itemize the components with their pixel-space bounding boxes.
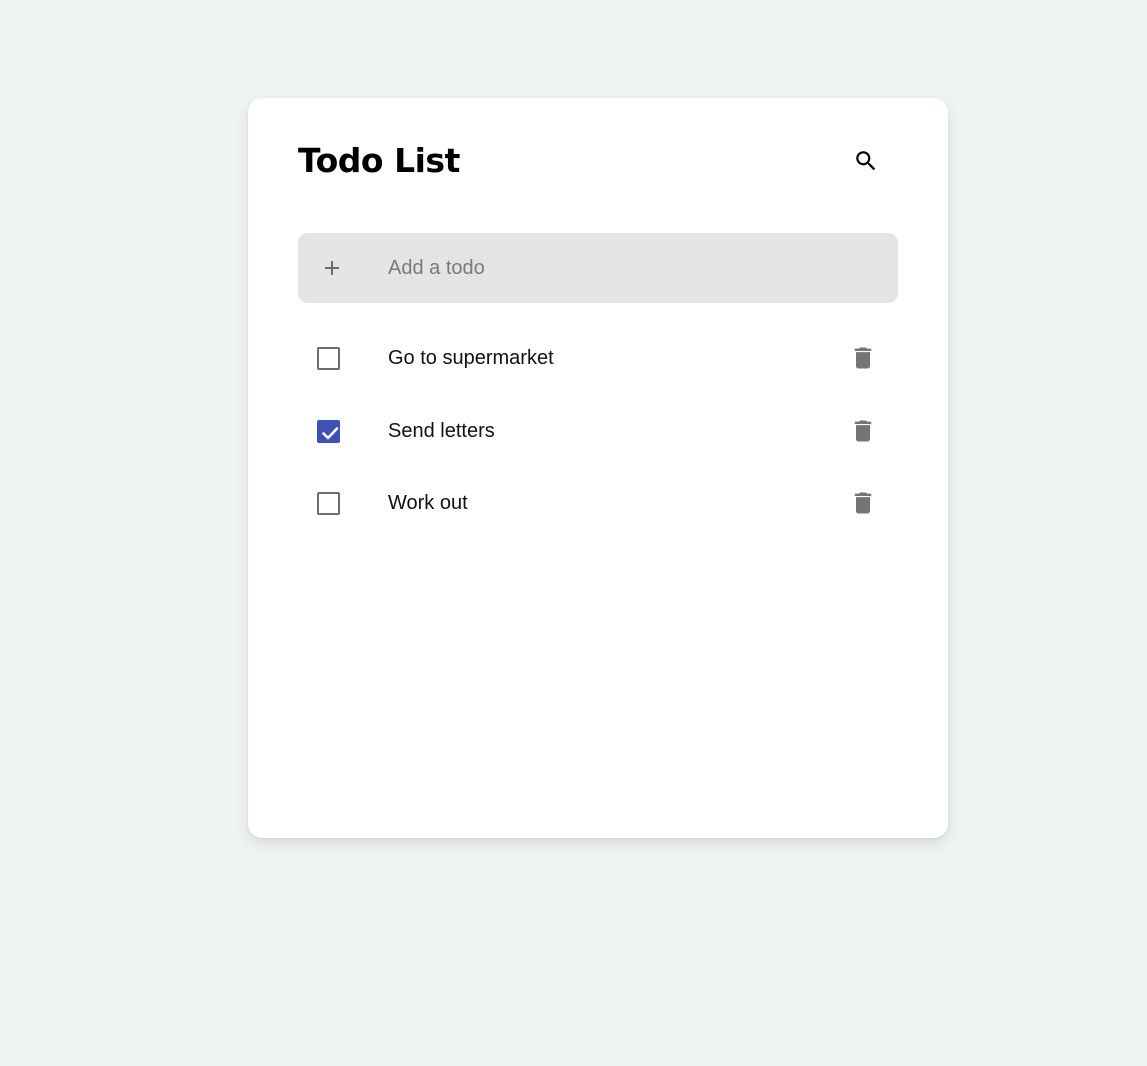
checkmark-icon — [322, 426, 339, 439]
todo-label: Go to supermarket — [388, 347, 554, 369]
delete-button[interactable] — [849, 489, 877, 517]
todo-checkbox[interactable] — [317, 347, 340, 370]
todo-label: Work out — [388, 492, 468, 514]
trash-icon — [854, 420, 872, 441]
trash-icon — [854, 492, 872, 514]
todo-checkbox[interactable] — [317, 492, 340, 515]
list-item: Work out — [298, 467, 898, 540]
list-item: Send letters — [298, 395, 898, 468]
delete-button[interactable] — [849, 344, 877, 372]
add-todo-input[interactable] — [388, 233, 878, 303]
list-item: Go to supermarket — [298, 322, 898, 395]
todo-list: Go to supermarket Send letters Work out — [298, 322, 898, 540]
delete-button[interactable] — [849, 417, 877, 445]
trash-icon — [854, 347, 872, 369]
todo-label: Send letters — [388, 419, 495, 442]
page-title: Todo List — [298, 141, 460, 180]
search-button[interactable] — [846, 141, 886, 181]
search-icon — [856, 151, 876, 171]
todo-checkbox[interactable] — [317, 419, 340, 443]
todo-card: Todo List Go to supermarket — [248, 98, 948, 838]
add-todo-row — [298, 233, 898, 303]
plus-icon[interactable] — [320, 256, 344, 280]
